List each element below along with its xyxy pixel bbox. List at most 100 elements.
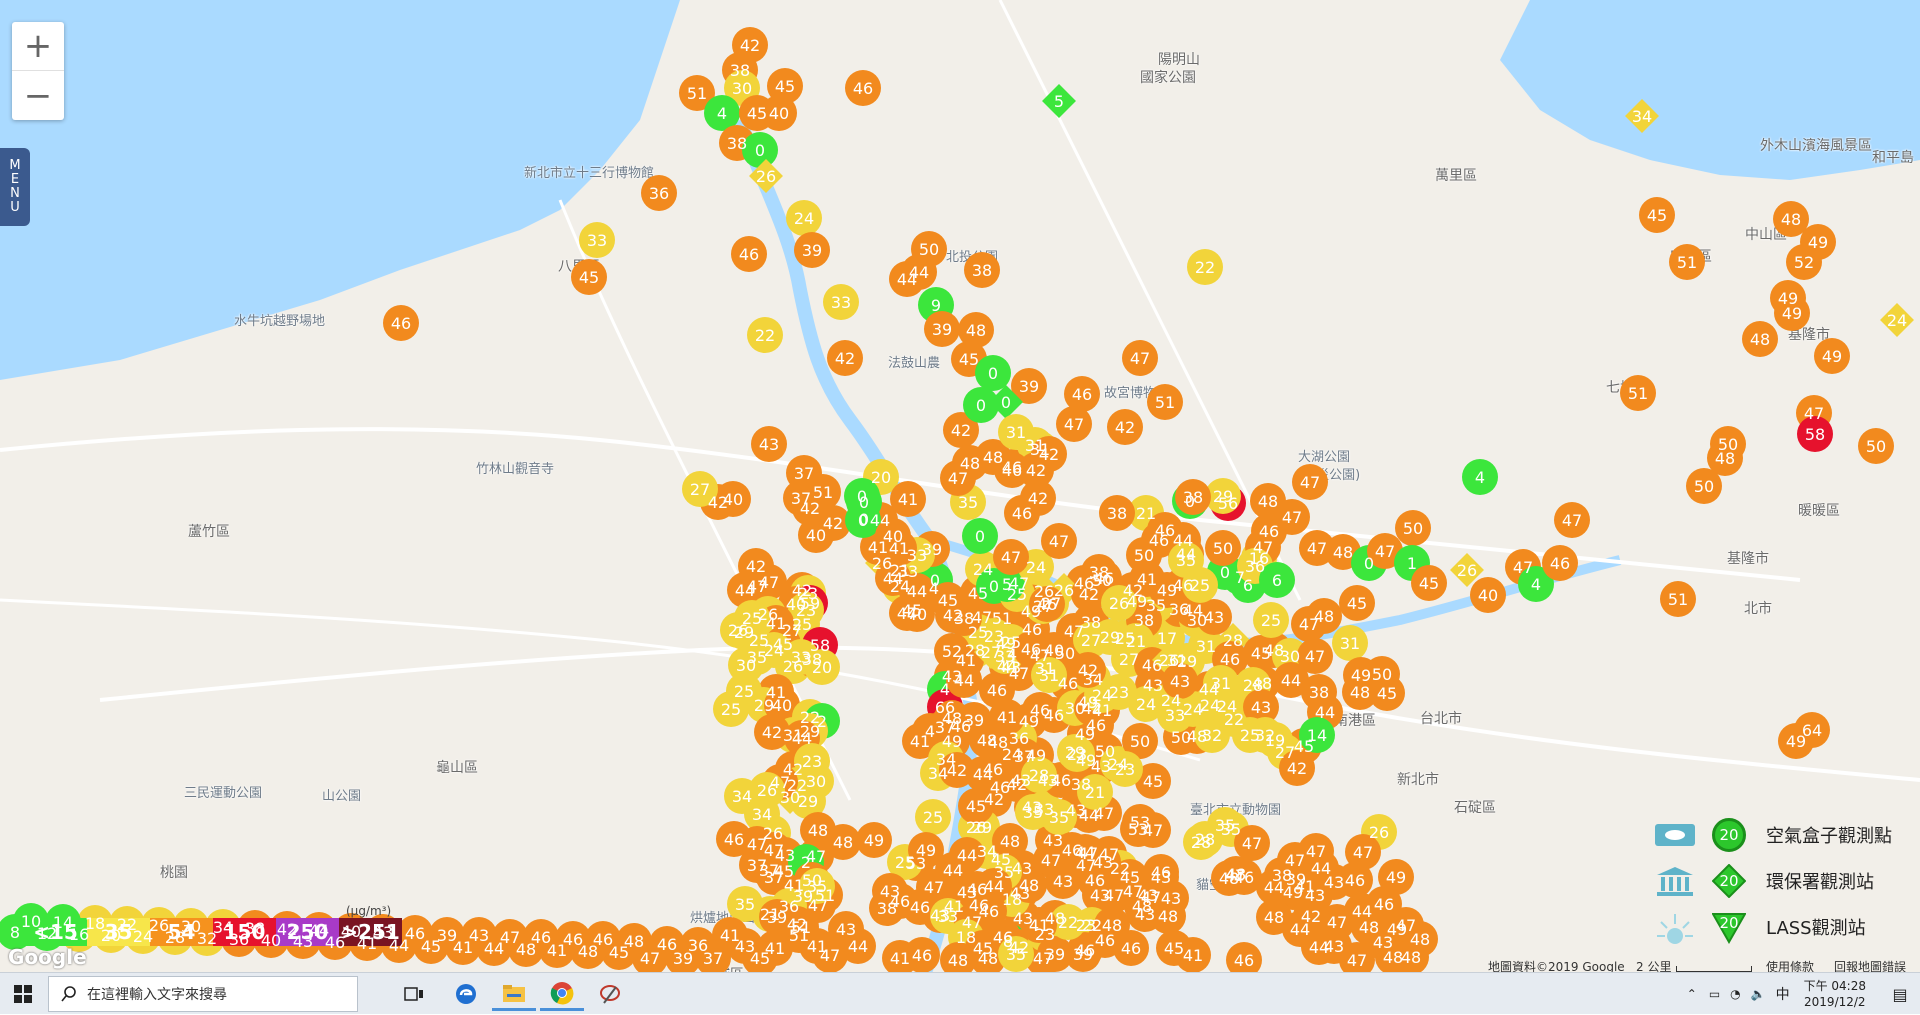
airbox-marker[interactable]: 46 [383,305,419,341]
chrome-browser-icon[interactable] [540,977,584,1011]
airbox-marker[interactable]: 42 [1107,409,1143,445]
place-label: 法鼓山農 [888,356,941,371]
airbox-marker[interactable]: 45 [1639,197,1675,233]
menu-tab[interactable]: MENU [0,148,30,226]
airbox-marker[interactable]: 22 [747,317,783,353]
task-view-icon[interactable] [392,977,436,1011]
airbox-marker[interactable]: 45 [1339,585,1375,621]
airbox-marker[interactable]: 46 [845,70,881,106]
place-label: 山公園 [322,789,362,804]
airbox-marker[interactable]: 4 [1462,459,1498,495]
place-label: 外木山濱海風景區 [1760,138,1872,154]
report-error-link[interactable]: 回報地圖錯誤 [1834,958,1906,972]
airbox-marker[interactable]: 50 [1686,468,1722,504]
airbox-marker[interactable]: 51 [1669,244,1705,280]
airbox-marker[interactable]: 39 [924,311,960,347]
notification-center-icon[interactable]: ▤ [1880,985,1920,1004]
search-icon [61,986,76,1002]
ime-indicator[interactable]: 中 [1776,984,1790,1004]
airbox-marker[interactable]: 46 [1542,545,1578,581]
zoom-out-button[interactable]: − [12,71,64,120]
chevron-up-icon[interactable]: ⌃ [1687,987,1697,1001]
search-placeholder: 在這裡輸入文字來搜尋 [87,987,227,1003]
lass-sun-icon [1652,910,1698,944]
airbox-marker[interactable]: 45 [571,259,607,295]
airbox-marker[interactable]: 47 [1292,464,1328,500]
clock-date: 2019/12/2 [1804,995,1866,1009]
legend-unit: (μg/m³) [346,904,392,918]
airbox-marker[interactable]: 40 [1470,577,1506,613]
airbox-marker[interactable]: 48 [940,942,976,972]
lass-legend-row[interactable]: 20 LASS觀測站 [1652,904,1914,950]
battery-icon[interactable]: ▭ [1709,987,1720,1001]
airbox-marker[interactable]: 49 [1814,338,1850,374]
airbox-marker[interactable]: 25 [1253,602,1289,638]
airbox-marker[interactable]: 22 [1187,249,1223,285]
airbox-marker[interactable]: 50 [1205,530,1241,566]
airbox-marker[interactable]: 25 [915,799,951,835]
place-label: 北市 [1744,601,1772,617]
network-icon[interactable]: ◔ [1730,987,1740,1001]
airbox-marker[interactable]: 39 [794,232,830,268]
airbox-legend-row[interactable]: 20 空氣盒子觀測點 [1652,812,1914,858]
google-logo: Google [8,945,87,969]
menu-letter: N [10,186,20,201]
airbox-marker[interactable]: 38 [964,252,1000,288]
airbox-marker[interactable]: 46 [731,236,767,272]
map-canvas[interactable]: 陽明山國家公園萬里區外木山濱海風景區和平島新北市立十三行博物館八里區水牛坑越野場… [0,0,1920,972]
lass-marker-icon: 20 [1712,910,1746,944]
airbox-marker[interactable]: 46 [1113,930,1149,966]
menu-letter: M [9,158,21,173]
airbox-marker[interactable]: 50 [1395,510,1431,546]
windows-logo-icon [14,985,32,1003]
airbox-marker[interactable]: 51 [1147,384,1183,420]
airbox-marker[interactable]: 47 [993,539,1029,575]
snipping-tool-icon[interactable] [588,977,632,1011]
airbox-marker[interactable]: 0 [962,518,998,554]
airbox-marker[interactable]: 33 [579,222,615,258]
airbox-marker[interactable]: 49 [1378,859,1414,895]
map-data-attribution: 地圖資料©2019 Google [1488,960,1625,972]
taskbar-search-box[interactable]: 在這裡輸入文字來搜尋 [48,976,358,1012]
airbox-device-icon [1652,818,1698,852]
airbox-marker[interactable]: 36 [641,175,677,211]
epa-legend-row[interactable]: 20 環保署觀測站 [1652,858,1914,904]
airbox-marker[interactable]: 47 [1056,406,1092,442]
airbox-marker[interactable]: 51 [1620,375,1656,411]
epa-station-marker[interactable]: 24 [1879,302,1915,338]
airbox-marker[interactable]: 47 [1122,340,1158,376]
airbox-marker[interactable]: 47 [1554,502,1590,538]
airbox-marker[interactable]: 48 [1742,321,1778,357]
airbox-marker[interactable]: 33 [823,284,859,320]
system-tray: ⌃ ▭ ◔ 🔈 中 下午 04:28 2019/12/2 ▤ [1687,973,1920,1015]
zoom-in-button[interactable]: + [12,22,64,71]
place-label: 和平島 [1872,150,1914,166]
place-label: 龜山區 [436,760,478,776]
place-label: 國家公園 [1140,70,1196,86]
terms-link[interactable]: 使用條款 [1766,958,1814,972]
file-explorer-icon[interactable] [492,977,536,1011]
airbox-marker[interactable]: 24 [786,200,822,236]
airbox-marker[interactable]: 0 [963,387,999,423]
place-label: 新北市立十三行博物館 [524,166,655,181]
epa-station-marker[interactable]: 5 [1041,83,1077,119]
airbox-marker[interactable]: 31 [1332,625,1368,661]
airbox-marker[interactable]: 51 [1660,581,1696,617]
airbox-marker[interactable]: 38 [1099,495,1135,531]
airbox-marker[interactable]: 49 [856,822,892,858]
airbox-marker[interactable]: 47 [1041,523,1077,559]
taskbar-clock[interactable]: 下午 04:28 2019/12/2 [1804,978,1866,1010]
volume-icon[interactable]: 🔈 [1751,987,1766,1001]
airbox-marker[interactable]: 42 [827,340,863,376]
airbox-marker[interactable]: 47 [1299,530,1335,566]
airbox-marker-icon: 20 [1712,818,1746,852]
epa-legend-label: 環保署觀測站 [1766,872,1874,893]
airbox-marker[interactable]: 46 [1226,942,1262,972]
place-label: 竹林山觀音寺 [476,462,555,477]
airbox-marker[interactable]: 50 [1858,428,1894,464]
airbox-marker[interactable]: 43 [751,426,787,462]
epa-station-marker[interactable]: 26 [748,158,784,194]
start-button[interactable] [0,973,46,1015]
epa-station-marker[interactable]: 34 [1624,98,1660,134]
edge-browser-icon[interactable] [444,977,488,1011]
